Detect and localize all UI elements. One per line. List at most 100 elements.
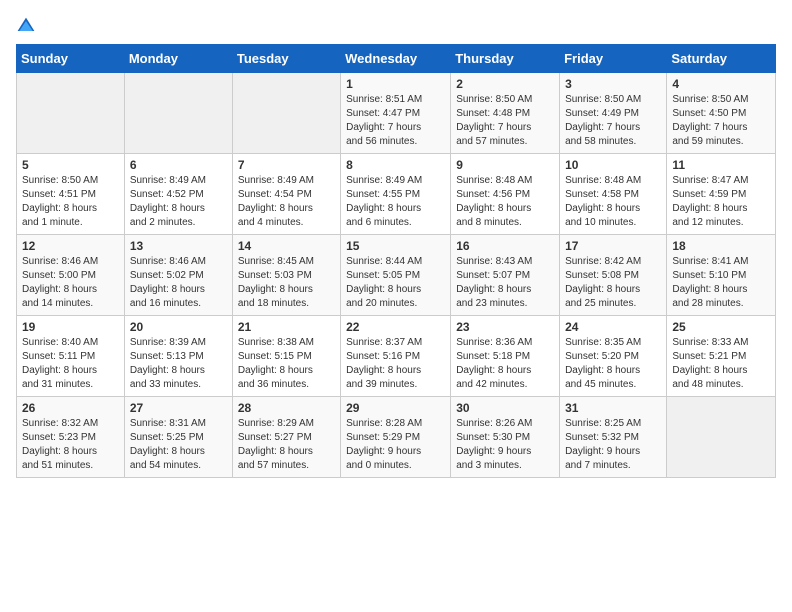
calendar-cell: 8 Sunrise: 8:49 AM Sunset: 4:55 PM Daylig… bbox=[341, 154, 451, 235]
weekday-header: Monday bbox=[124, 45, 232, 73]
day-info: Sunrise: 8:49 AM Sunset: 4:55 PM Dayligh… bbox=[346, 174, 445, 230]
day-number: 2 bbox=[456, 77, 554, 91]
calendar-cell: 3 Sunrise: 8:50 AM Sunset: 4:49 PM Daylig… bbox=[560, 73, 667, 154]
calendar-cell: 22Sunrise: 8:37 AM Sunset: 5:16 PM Dayli… bbox=[341, 316, 451, 397]
day-info: Sunrise: 8:50 AM Sunset: 4:48 PM Dayligh… bbox=[456, 93, 554, 149]
calendar-cell: 17Sunrise: 8:42 AM Sunset: 5:08 PM Dayli… bbox=[560, 235, 667, 316]
day-number: 1 bbox=[346, 77, 445, 91]
calendar-cell: 31 Sunrise: 8:25 AM Sunset: 5:32 PM Dayli… bbox=[560, 397, 667, 478]
calendar-cell: 2 Sunrise: 8:50 AM Sunset: 4:48 PM Daylig… bbox=[451, 73, 560, 154]
day-number: 14 bbox=[238, 239, 335, 253]
day-number: 15 bbox=[346, 239, 445, 253]
day-number: 18 bbox=[672, 239, 770, 253]
day-number: 4 bbox=[672, 77, 770, 91]
day-number: 23 bbox=[456, 320, 554, 334]
calendar-cell: 27 Sunrise: 8:31 AM Sunset: 5:25 PM Dayli… bbox=[124, 397, 232, 478]
day-info: Sunrise: 8:48 AM Sunset: 4:58 PM Dayligh… bbox=[565, 174, 661, 230]
calendar-week-row: 1 Sunrise: 8:51 AM Sunset: 4:47 PM Daylig… bbox=[17, 73, 776, 154]
calendar-cell: 7 Sunrise: 8:49 AM Sunset: 4:54 PM Daylig… bbox=[232, 154, 340, 235]
day-info: Sunrise: 8:38 AM Sunset: 5:15 PM Dayligh… bbox=[238, 336, 335, 392]
calendar-cell: 11 Sunrise: 8:47 AM Sunset: 4:59 PM Dayli… bbox=[667, 154, 776, 235]
calendar-cell: 28Sunrise: 8:29 AM Sunset: 5:27 PM Dayli… bbox=[232, 397, 340, 478]
day-info: Sunrise: 8:49 AM Sunset: 4:52 PM Dayligh… bbox=[130, 174, 227, 230]
day-number: 26 bbox=[22, 401, 119, 415]
day-info: Sunrise: 8:26 AM Sunset: 5:30 PM Dayligh… bbox=[456, 417, 554, 473]
calendar-cell bbox=[124, 73, 232, 154]
day-number: 29 bbox=[346, 401, 445, 415]
calendar-cell: 14 Sunrise: 8:45 AM Sunset: 5:03 PM Dayli… bbox=[232, 235, 340, 316]
day-info: Sunrise: 8:47 AM Sunset: 4:59 PM Dayligh… bbox=[672, 174, 770, 230]
calendar-cell: 24 Sunrise: 8:35 AM Sunset: 5:20 PM Dayli… bbox=[560, 316, 667, 397]
calendar-cell: 10 Sunrise: 8:48 AM Sunset: 4:58 PM Dayli… bbox=[560, 154, 667, 235]
day-number: 21 bbox=[238, 320, 335, 334]
day-number: 25 bbox=[672, 320, 770, 334]
calendar-week-row: 5 Sunrise: 8:50 AM Sunset: 4:51 PM Daylig… bbox=[17, 154, 776, 235]
day-info: Sunrise: 8:43 AM Sunset: 5:07 PM Dayligh… bbox=[456, 255, 554, 311]
calendar-cell: 1 Sunrise: 8:51 AM Sunset: 4:47 PM Daylig… bbox=[341, 73, 451, 154]
day-number: 6 bbox=[130, 158, 227, 172]
calendar-cell: 20Sunrise: 8:39 AM Sunset: 5:13 PM Dayli… bbox=[124, 316, 232, 397]
calendar-cell: 12Sunrise: 8:46 AM Sunset: 5:00 PM Dayli… bbox=[17, 235, 125, 316]
day-info: Sunrise: 8:44 AM Sunset: 5:05 PM Dayligh… bbox=[346, 255, 445, 311]
calendar-cell: 16 Sunrise: 8:43 AM Sunset: 5:07 PM Dayli… bbox=[451, 235, 560, 316]
page-header bbox=[16, 16, 776, 36]
calendar-cell: 4 Sunrise: 8:50 AM Sunset: 4:50 PM Daylig… bbox=[667, 73, 776, 154]
weekday-header: Tuesday bbox=[232, 45, 340, 73]
calendar-cell: 21 Sunrise: 8:38 AM Sunset: 5:15 PM Dayli… bbox=[232, 316, 340, 397]
day-info: Sunrise: 8:50 AM Sunset: 4:51 PM Dayligh… bbox=[22, 174, 119, 230]
day-number: 8 bbox=[346, 158, 445, 172]
weekday-header: Friday bbox=[560, 45, 667, 73]
day-info: Sunrise: 8:50 AM Sunset: 4:49 PM Dayligh… bbox=[565, 93, 661, 149]
calendar-cell: 30 Sunrise: 8:26 AM Sunset: 5:30 PM Dayli… bbox=[451, 397, 560, 478]
weekday-header: Sunday bbox=[17, 45, 125, 73]
day-info: Sunrise: 8:33 AM Sunset: 5:21 PM Dayligh… bbox=[672, 336, 770, 392]
day-number: 30 bbox=[456, 401, 554, 415]
day-number: 19 bbox=[22, 320, 119, 334]
day-info: Sunrise: 8:46 AM Sunset: 5:00 PM Dayligh… bbox=[22, 255, 119, 311]
day-info: Sunrise: 8:31 AM Sunset: 5:25 PM Dayligh… bbox=[130, 417, 227, 473]
day-info: Sunrise: 8:35 AM Sunset: 5:20 PM Dayligh… bbox=[565, 336, 661, 392]
day-info: Sunrise: 8:51 AM Sunset: 4:47 PM Dayligh… bbox=[346, 93, 445, 149]
day-number: 24 bbox=[565, 320, 661, 334]
calendar-cell: 29 Sunrise: 8:28 AM Sunset: 5:29 PM Dayli… bbox=[341, 397, 451, 478]
calendar-cell: 19 Sunrise: 8:40 AM Sunset: 5:11 PM Dayli… bbox=[17, 316, 125, 397]
day-info: Sunrise: 8:29 AM Sunset: 5:27 PM Dayligh… bbox=[238, 417, 335, 473]
day-info: Sunrise: 8:28 AM Sunset: 5:29 PM Dayligh… bbox=[346, 417, 445, 473]
calendar-cell bbox=[232, 73, 340, 154]
day-number: 3 bbox=[565, 77, 661, 91]
day-info: Sunrise: 8:49 AM Sunset: 4:54 PM Dayligh… bbox=[238, 174, 335, 230]
calendar-cell: 26 Sunrise: 8:32 AM Sunset: 5:23 PM Dayli… bbox=[17, 397, 125, 478]
day-number: 13 bbox=[130, 239, 227, 253]
weekday-header: Saturday bbox=[667, 45, 776, 73]
day-info: Sunrise: 8:25 AM Sunset: 5:32 PM Dayligh… bbox=[565, 417, 661, 473]
day-info: Sunrise: 8:36 AM Sunset: 5:18 PM Dayligh… bbox=[456, 336, 554, 392]
calendar-cell bbox=[667, 397, 776, 478]
calendar-cell: 15 Sunrise: 8:44 AM Sunset: 5:05 PM Dayli… bbox=[341, 235, 451, 316]
day-info: Sunrise: 8:46 AM Sunset: 5:02 PM Dayligh… bbox=[130, 255, 227, 311]
day-number: 16 bbox=[456, 239, 554, 253]
day-info: Sunrise: 8:50 AM Sunset: 4:50 PM Dayligh… bbox=[672, 93, 770, 149]
logo-icon bbox=[16, 16, 36, 36]
day-info: Sunrise: 8:40 AM Sunset: 5:11 PM Dayligh… bbox=[22, 336, 119, 392]
day-number: 10 bbox=[565, 158, 661, 172]
day-info: Sunrise: 8:42 AM Sunset: 5:08 PM Dayligh… bbox=[565, 255, 661, 311]
calendar-cell: 23 Sunrise: 8:36 AM Sunset: 5:18 PM Dayli… bbox=[451, 316, 560, 397]
calendar-week-row: 12Sunrise: 8:46 AM Sunset: 5:00 PM Dayli… bbox=[17, 235, 776, 316]
day-info: Sunrise: 8:32 AM Sunset: 5:23 PM Dayligh… bbox=[22, 417, 119, 473]
calendar-cell: 13 Sunrise: 8:46 AM Sunset: 5:02 PM Dayli… bbox=[124, 235, 232, 316]
calendar-cell: 6 Sunrise: 8:49 AM Sunset: 4:52 PM Daylig… bbox=[124, 154, 232, 235]
day-info: Sunrise: 8:45 AM Sunset: 5:03 PM Dayligh… bbox=[238, 255, 335, 311]
day-number: 5 bbox=[22, 158, 119, 172]
day-info: Sunrise: 8:39 AM Sunset: 5:13 PM Dayligh… bbox=[130, 336, 227, 392]
day-number: 31 bbox=[565, 401, 661, 415]
day-number: 7 bbox=[238, 158, 335, 172]
calendar-cell: 9Sunrise: 8:48 AM Sunset: 4:56 PM Daylig… bbox=[451, 154, 560, 235]
calendar-week-row: 26 Sunrise: 8:32 AM Sunset: 5:23 PM Dayli… bbox=[17, 397, 776, 478]
calendar-table: SundayMondayTuesdayWednesdayThursdayFrid… bbox=[16, 44, 776, 478]
calendar-cell: 18Sunrise: 8:41 AM Sunset: 5:10 PM Dayli… bbox=[667, 235, 776, 316]
day-number: 27 bbox=[130, 401, 227, 415]
calendar-cell: 5 Sunrise: 8:50 AM Sunset: 4:51 PM Daylig… bbox=[17, 154, 125, 235]
day-number: 11 bbox=[672, 158, 770, 172]
weekday-header: Thursday bbox=[451, 45, 560, 73]
weekday-header: Wednesday bbox=[341, 45, 451, 73]
